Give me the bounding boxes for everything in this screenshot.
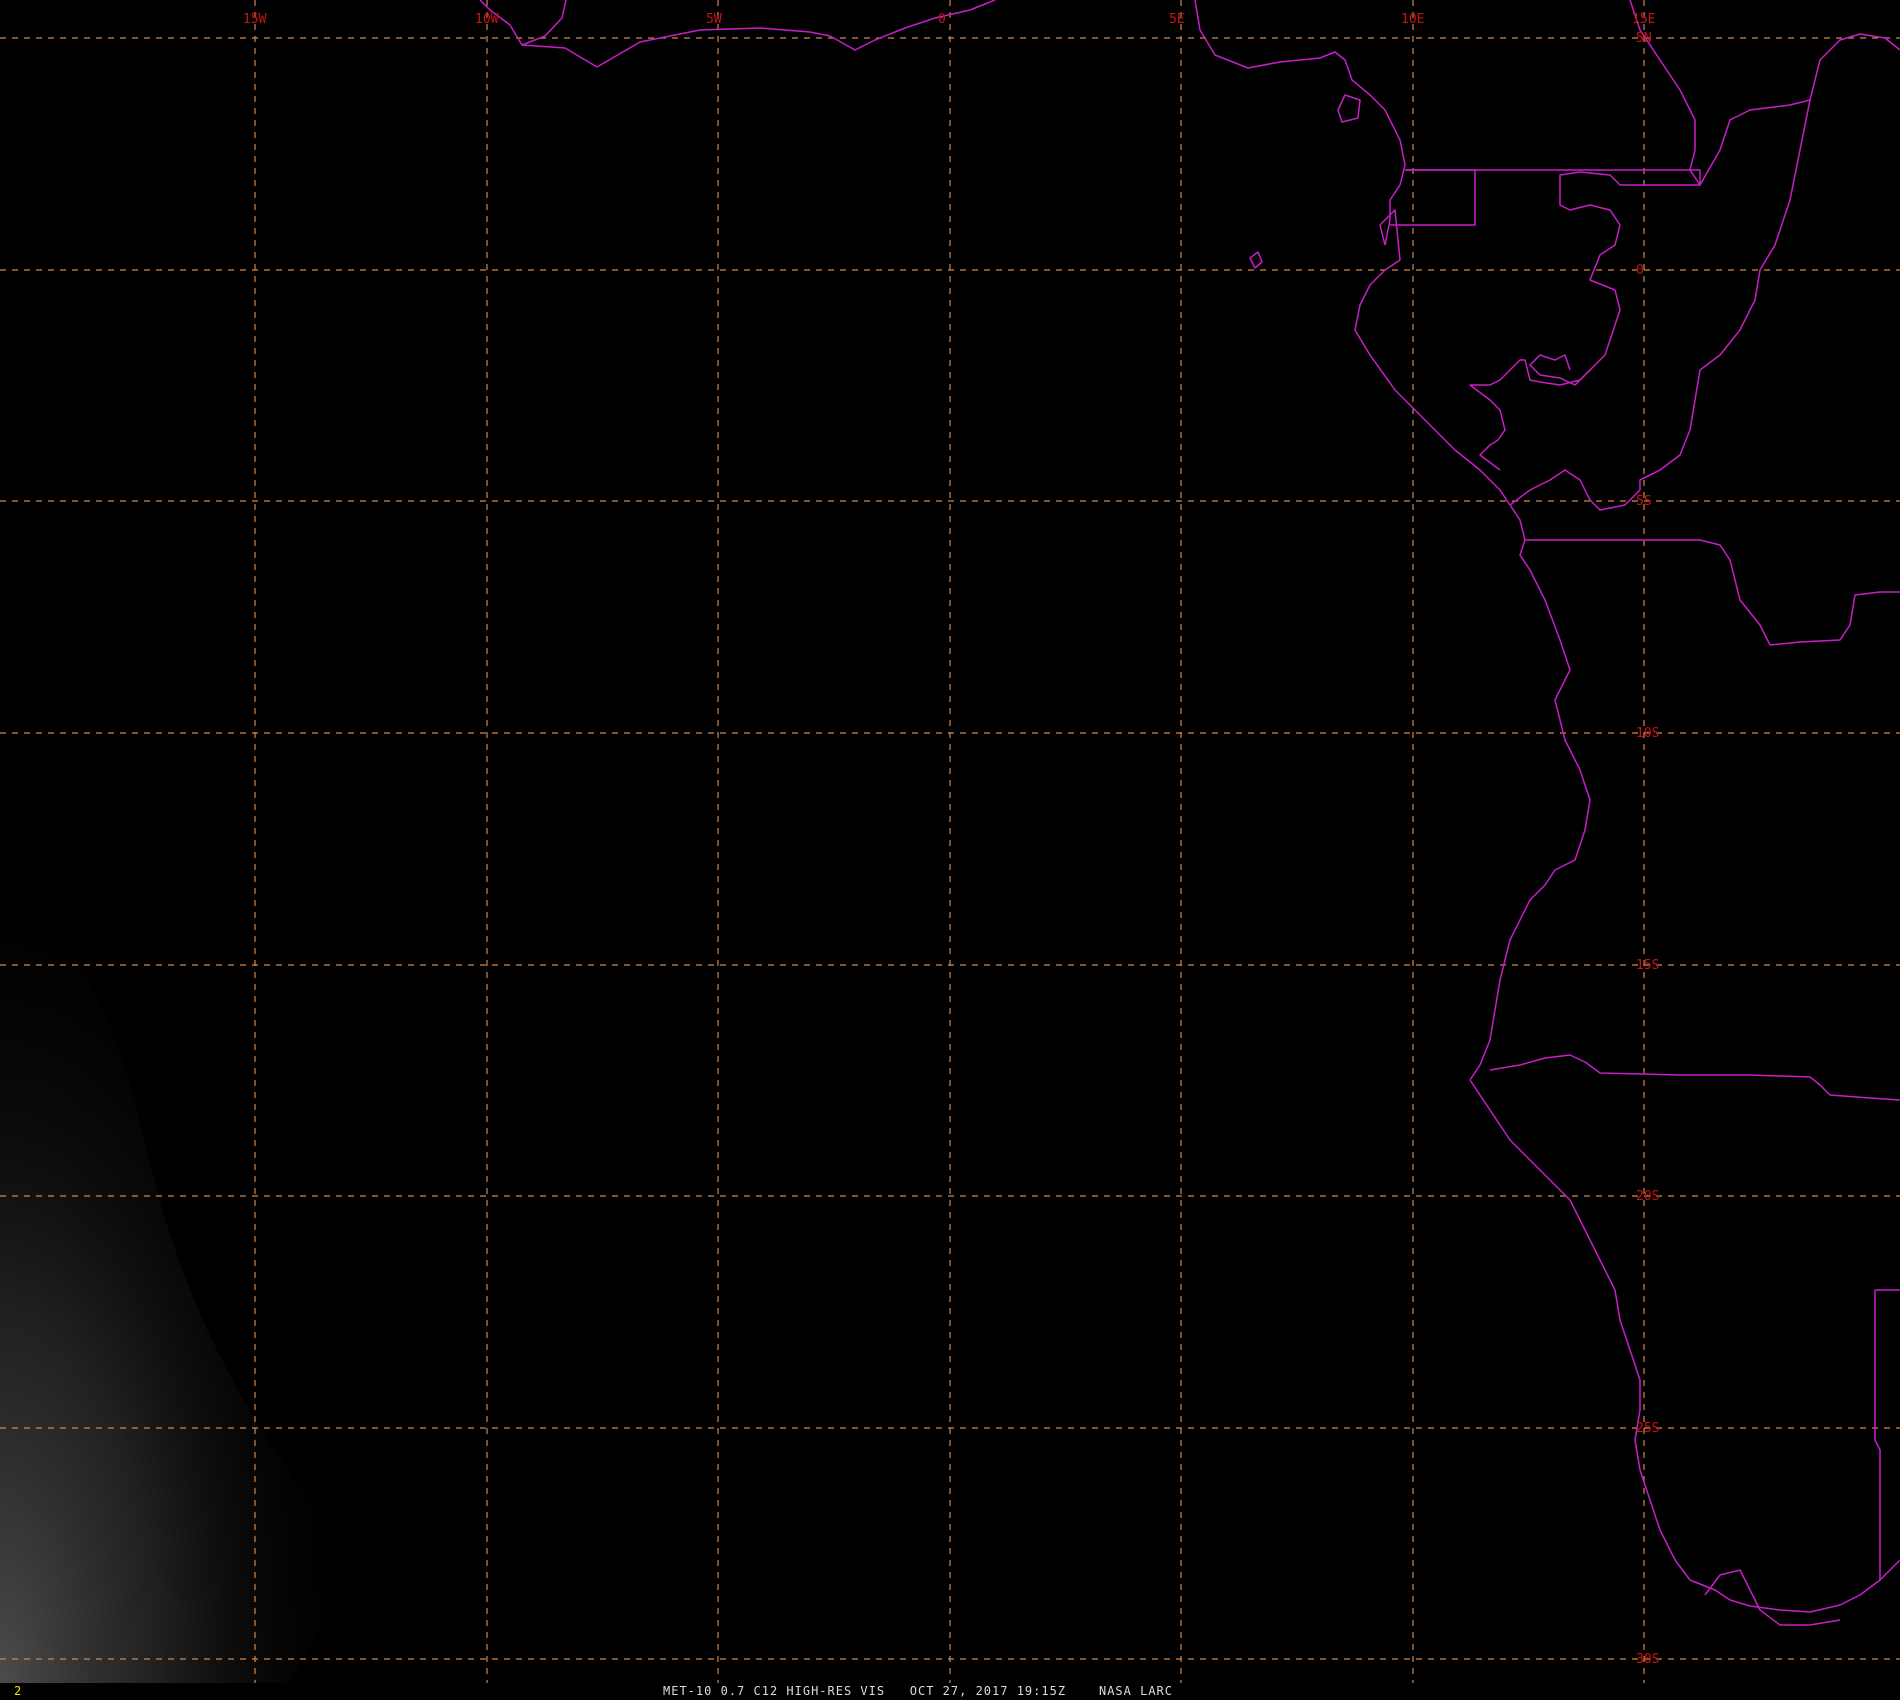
longitude-label: 15W [243, 12, 267, 27]
frame-number: 2 [14, 1684, 23, 1698]
longitude-label: 5E [1169, 12, 1185, 27]
border-angola-namibia [1489, 1054, 1900, 1101]
longitude-label: 5W [706, 12, 722, 27]
timestamp: OCT 27, 2017 19:15Z [909, 1684, 1067, 1698]
graticule-labels: 15W 10W 5W 0 5E 10E 15E 5N 0 5S 10S 15S 20S 25S 30S [243, 12, 1659, 1667]
longitude-label: 10W [475, 12, 499, 27]
latitude-label: 5S [1636, 494, 1652, 509]
coastline-south-africa [1689, 1559, 1900, 1613]
island-annobon [1249, 251, 1263, 269]
border-drc-angola [1525, 539, 1900, 646]
latitude-label: 20S [1636, 1189, 1659, 1204]
coastline-gabon-congo [1354, 209, 1526, 541]
source-name: NASA LARC [1098, 1684, 1173, 1698]
coastline-nigeria-cameroon [1194, 0, 1406, 246]
coastline-gulf-of-guinea [596, 0, 996, 68]
latitude-label: 5N [1636, 31, 1652, 46]
border-cameroon-east [1699, 33, 1900, 186]
coastline-ghana [521, 44, 598, 68]
graticule [0, 0, 1900, 1683]
longitude-label: 0 [938, 12, 946, 27]
border-congo-gabon-south [1469, 359, 1591, 471]
satellite-name: MET-10 [663, 1684, 713, 1698]
longitude-label: 10E [1401, 12, 1424, 27]
border-equatorial-guinea [1405, 169, 1701, 386]
latitude-label: 10S [1636, 726, 1659, 741]
satellite-map: 15W 10W 5W 0 5E 10E 15E 5N 0 5S 10S 15S 20S 25S 30S [0, 0, 1900, 1683]
channel-name: 0.7 C12 HIGH-RES VIS [720, 1684, 886, 1698]
coastline-bioko [1337, 94, 1361, 123]
cloud-field [0, 850, 360, 1683]
border-central-africa-north [1629, 0, 1701, 186]
border-gabon [1390, 169, 1476, 226]
latitude-label: 15S [1636, 958, 1659, 973]
longitude-label: 15E [1632, 12, 1655, 27]
coastlines [479, 0, 1900, 1626]
latitude-label: 0 [1636, 263, 1644, 278]
image-caption-bar: 2 MET-10 0.7 C12 HIGH-RES VIS OCT 27, 20… [0, 1683, 1900, 1700]
border-congo-east [1639, 99, 1811, 481]
latitude-label: 30S [1636, 1652, 1659, 1667]
coastline-angola [1469, 539, 1591, 1081]
coastline-namibia [1469, 1079, 1691, 1581]
caption-text: MET-10 0.7 C12 HIGH-RES VIS OCT 27, 2017… [663, 1684, 1173, 1698]
border-namibia-south-africa [1874, 1290, 1881, 1580]
latitude-label: 25S [1636, 1421, 1659, 1436]
